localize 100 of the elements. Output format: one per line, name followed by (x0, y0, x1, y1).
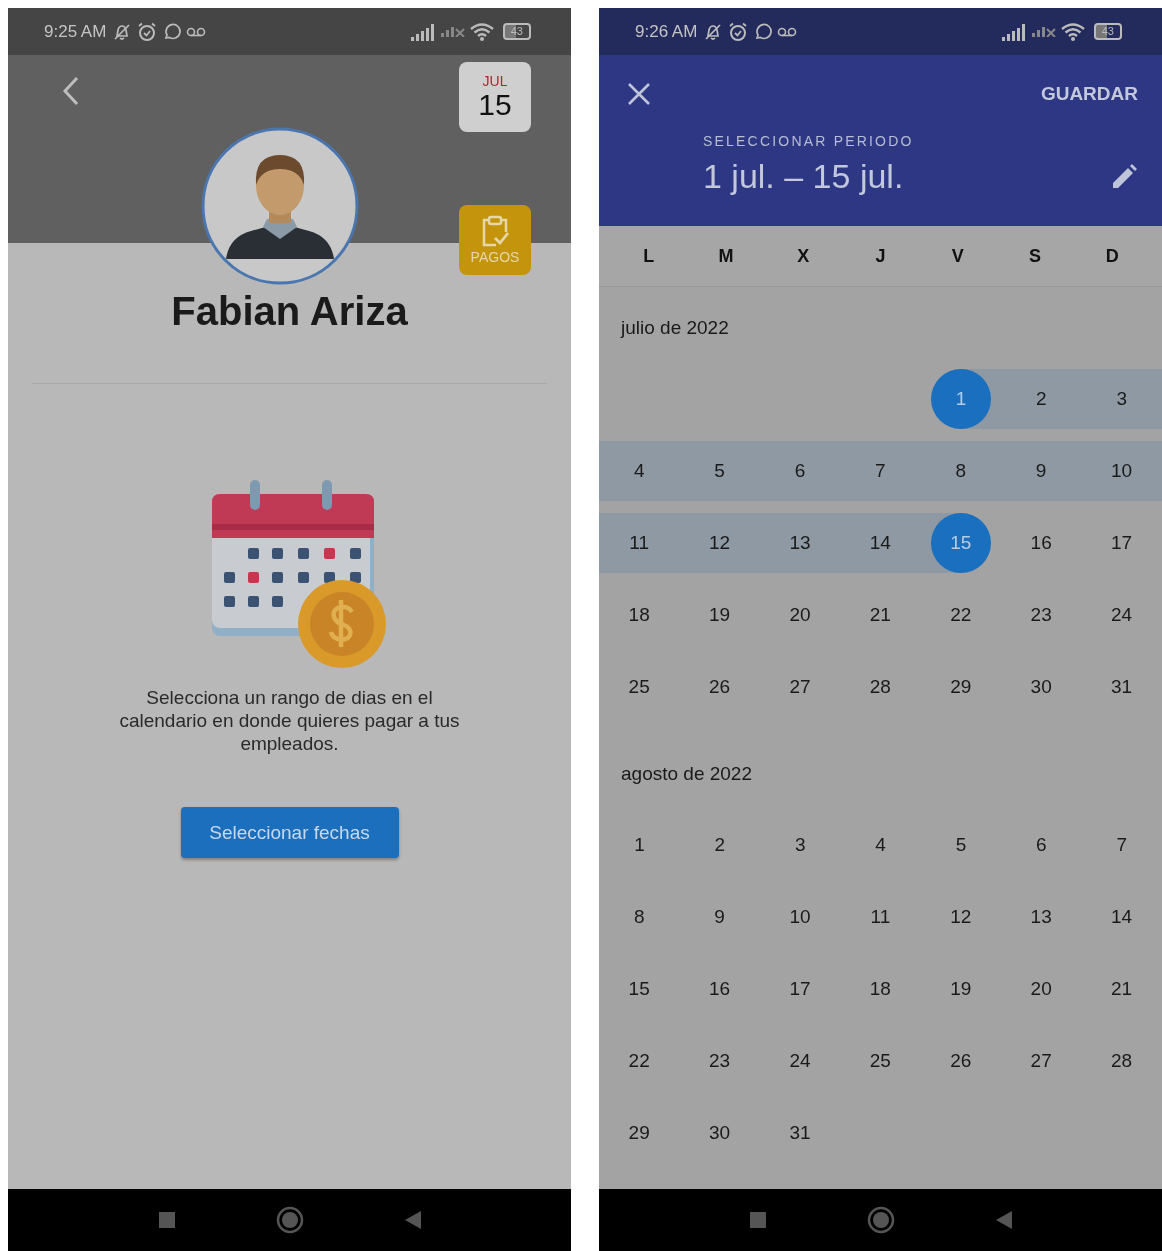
calendar-day[interactable]: 28 (850, 657, 911, 717)
status-time: 9:26 AM (635, 21, 698, 42)
calendar-day[interactable]: 5 (689, 441, 750, 501)
bell-off-icon (703, 21, 724, 42)
calendar-day[interactable]: 13 (1011, 887, 1072, 947)
calendar-day[interactable]: 20 (1011, 959, 1072, 1019)
calendar-day[interactable]: 23 (689, 1031, 750, 1091)
calendar-day[interactable]: 27 (1011, 1031, 1072, 1091)
calendar-day[interactable]: 17 (1091, 513, 1152, 573)
calendar-day[interactable]: 19 (689, 585, 750, 645)
back-triangle-icon[interactable] (994, 1210, 1013, 1230)
calendar-day[interactable]: 5 (931, 815, 991, 875)
weekday-label: X (796, 245, 811, 267)
calendar-day[interactable]: 30 (1011, 657, 1072, 717)
calendar-day[interactable]: 19 (930, 959, 991, 1019)
calendar-day[interactable]: 31 (1091, 657, 1152, 717)
calendar-day[interactable]: 25 (609, 657, 670, 717)
weekday-label: J (874, 245, 887, 267)
battery-indicator: 43 (502, 23, 531, 40)
square-icon[interactable] (748, 1211, 767, 1229)
weekday-label: M (717, 245, 735, 267)
voicemail-icon (186, 25, 207, 38)
instruction-text: Selecciona un rango de dias en el calendario en donde quieres pagar a tus empleados. (118, 686, 461, 755)
calendar-day[interactable]: 15 (609, 959, 670, 1019)
calendar-day[interactable]: 20 (769, 585, 830, 645)
calendar-day[interactable]: 22 (609, 1031, 670, 1091)
weekday-label: D (1104, 245, 1120, 267)
calendar-day[interactable]: 14 (850, 513, 911, 573)
home-circle-icon[interactable] (275, 1206, 304, 1234)
calendar-day[interactable]: 12 (930, 887, 991, 947)
calendar-day[interactable]: 7 (850, 441, 911, 501)
calendar-day[interactable]: 7 (1091, 815, 1152, 875)
no-signal-icon (439, 26, 465, 37)
calendar-day[interactable]: 31 (769, 1103, 830, 1163)
calendar-day[interactable]: 2 (689, 815, 750, 875)
save-button[interactable]: GUARDAR (1040, 83, 1138, 105)
calendar-day[interactable]: 23 (1011, 585, 1072, 645)
calendar-day[interactable]: 1 (609, 815, 670, 875)
calendar-day[interactable]: 14 (1091, 887, 1152, 947)
calendar-day[interactable]: 6 (1011, 815, 1072, 875)
calendar-day[interactable]: 22 (930, 585, 991, 645)
signal-icon (409, 22, 436, 41)
month-title: agosto de 2022 (620, 762, 753, 786)
calendar-day[interactable]: 3 (770, 815, 831, 875)
signal-icon (1000, 22, 1027, 41)
pencil-icon[interactable] (1110, 162, 1138, 191)
calendar-day[interactable]: 13 (769, 513, 830, 573)
calendar-day[interactable]: 8 (930, 441, 991, 501)
calendar-day[interactable]: 25 (850, 1031, 911, 1091)
calendar-day[interactable]: 9 (689, 887, 750, 947)
calendar-day[interactable]: 4 (850, 815, 911, 875)
calendar-day[interactable]: 29 (930, 657, 991, 717)
wifi-icon (468, 21, 495, 42)
calendar-day[interactable]: 28 (1091, 1031, 1152, 1091)
square-icon[interactable] (157, 1211, 176, 1229)
calendar-day[interactable]: 18 (850, 959, 911, 1019)
weekday-label: S (1028, 245, 1043, 267)
calendar-day[interactable]: 10 (769, 887, 830, 947)
calendar-day[interactable]: 4 (609, 441, 670, 501)
close-icon[interactable] (626, 81, 652, 107)
clipboard-check-icon (480, 215, 510, 247)
month-title: julio de 2022 (619, 316, 730, 340)
wifi-icon (1059, 21, 1086, 42)
chat-icon (162, 21, 183, 42)
calendar-day[interactable]: 16 (689, 959, 750, 1019)
calendar-day[interactable]: 21 (1091, 959, 1152, 1019)
calendar-day[interactable]: 30 (689, 1103, 750, 1163)
home-circle-icon[interactable] (866, 1206, 895, 1234)
picker-title: SELECCIONAR PERIODO (703, 133, 915, 149)
select-dates-button[interactable]: Seleccionar fechas (180, 807, 399, 858)
calendar-day[interactable]: 10 (1091, 441, 1152, 501)
selected-range: 1 jul. – 15 jul. (703, 157, 904, 196)
badge-day: 15 (478, 89, 512, 121)
calendar-day[interactable]: 3 (1091, 369, 1152, 429)
voicemail-icon (777, 25, 798, 38)
calendar-day[interactable]: 29 (609, 1103, 670, 1163)
calendar-day[interactable]: 11 (609, 513, 670, 573)
calendar-day[interactable]: 27 (769, 657, 830, 717)
calendar-day[interactable]: 17 (769, 959, 830, 1019)
calendar-day[interactable]: 11 (850, 887, 911, 947)
calendar-day[interactable]: 2 (1011, 369, 1072, 429)
weekday-label: V (950, 245, 965, 267)
calendar-day[interactable]: 24 (769, 1031, 830, 1091)
battery-indicator: 43 (1093, 23, 1122, 40)
calendar-day[interactable]: 21 (850, 585, 911, 645)
calendar-day[interactable]: 9 (1011, 441, 1072, 501)
chat-icon (753, 21, 774, 42)
calendar-day[interactable]: 26 (689, 657, 750, 717)
calendar-day[interactable]: 18 (609, 585, 670, 645)
calendar-day[interactable]: 12 (689, 513, 750, 573)
bell-off-icon (112, 21, 133, 42)
calendar-day[interactable]: 26 (930, 1031, 991, 1091)
back-triangle-icon[interactable] (403, 1210, 422, 1230)
calendar-day[interactable]: 16 (1011, 513, 1072, 573)
calendar-day[interactable]: 8 (609, 887, 670, 947)
weekday-label: L (642, 245, 656, 267)
calendar-day[interactable]: 24 (1091, 585, 1152, 645)
calendar-day[interactable]: 6 (769, 441, 830, 501)
no-signal-icon (1030, 26, 1056, 37)
badge-month: JUL (482, 73, 508, 89)
